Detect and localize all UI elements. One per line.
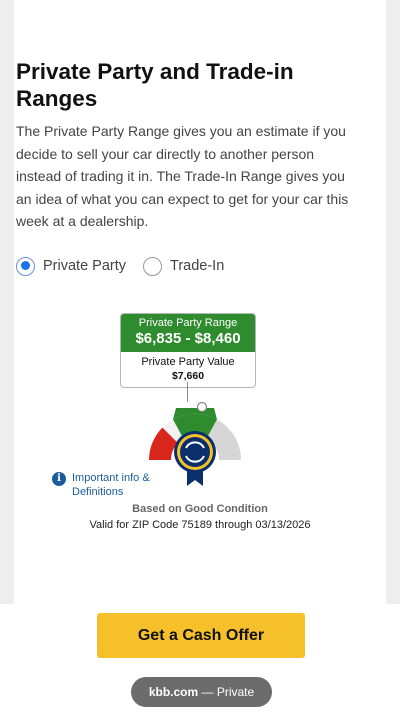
validity-text: Valid for ZIP Code 75189 through 03/13/2…: [89, 519, 311, 531]
gauge-pointer: [196, 401, 208, 413]
url-mode[interactable]: — Private: [202, 685, 255, 699]
section-description: The Private Party Range gives you an est…: [16, 123, 349, 230]
radio-private-party[interactable]: Private Party: [16, 255, 126, 277]
price-range-box: Private Party Range $6,835 - $8,460 Priv…: [120, 313, 256, 388]
browser-url-pill[interactable]: kbb.com — Private: [131, 677, 272, 707]
info-icon[interactable]: i: [52, 472, 66, 486]
section-heading: Private Party and Trade-in Ranges: [16, 59, 294, 111]
value-section: Private Party Value $7,660: [121, 352, 255, 387]
radio-trade-in-label[interactable]: Trade-In: [170, 258, 224, 274]
value-gauge: [149, 401, 242, 486]
kbb-badge-icon: [174, 431, 216, 486]
radio-unselected-icon[interactable]: [143, 256, 162, 276]
radio-private-party-label[interactable]: Private Party: [43, 258, 126, 274]
radio-selected-icon[interactable]: [16, 256, 35, 276]
info-link-text[interactable]: Important info & Definitions: [72, 471, 152, 499]
url-domain[interactable]: kbb.com: [149, 685, 198, 699]
range-header: Private Party Range $6,835 - $8,460: [121, 314, 255, 352]
value-amount: $7,660: [171, 370, 205, 382]
radio-trade-in[interactable]: Trade-In: [143, 255, 224, 277]
value-label: Private Party Value: [141, 356, 235, 368]
range-title: Private Party Range: [138, 317, 238, 329]
info-link[interactable]: i Important info & Definitions: [52, 471, 152, 499]
range-value: $6,835 - $8,460: [135, 330, 241, 347]
cash-offer-button[interactable]: Get a Cash Offer: [97, 613, 305, 658]
condition-text: Based on Good Condition: [132, 503, 268, 515]
